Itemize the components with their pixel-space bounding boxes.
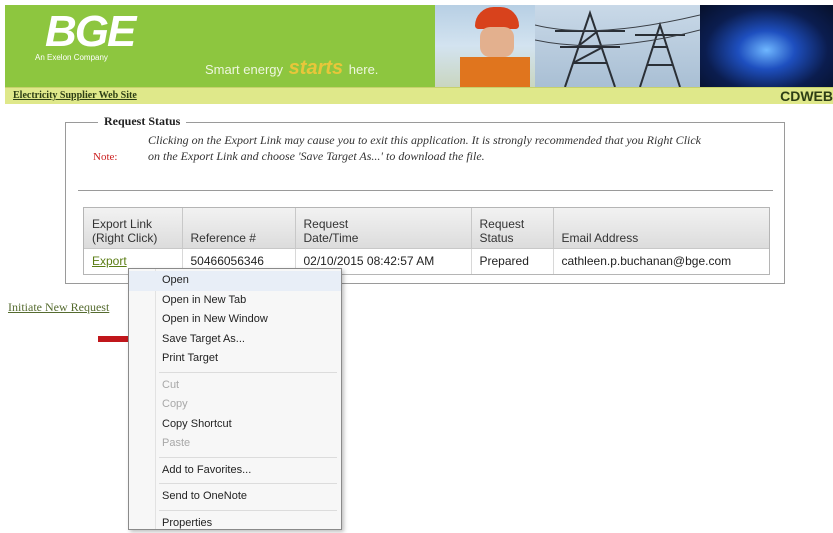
menu-separator xyxy=(159,510,337,511)
header-line: Request xyxy=(480,217,545,231)
menu-item-cut: Cut xyxy=(129,376,341,396)
column-header-export: Export Link (Right Click) xyxy=(84,208,182,248)
column-header-email: Email Address xyxy=(553,208,769,248)
menu-item-copy-shortcut[interactable]: Copy Shortcut xyxy=(129,415,341,435)
tagline-post: here. xyxy=(349,62,379,77)
export-link[interactable]: Export xyxy=(92,254,127,268)
gas-flame-photo xyxy=(700,5,833,87)
initiate-new-request-link[interactable]: Initiate New Request xyxy=(8,300,109,315)
header-line: Date/Time xyxy=(304,231,463,245)
header-line: (Right Click) xyxy=(92,231,174,245)
face-shape xyxy=(480,27,514,57)
header-line: Status xyxy=(480,231,545,245)
electricity-supplier-link[interactable]: Electricity Supplier Web Site xyxy=(13,90,137,101)
table-header-row: Export Link (Right Click) Reference # Re… xyxy=(84,208,769,248)
site-nav-bar: Electricity Supplier Web Site CDWEB xyxy=(5,87,833,104)
safety-vest-shape xyxy=(460,57,530,87)
column-header-reference: Reference # xyxy=(182,208,295,248)
header-line: Export Link xyxy=(92,217,174,231)
site-code: CDWEB xyxy=(780,88,833,104)
logo-subtitle: An Exelon Company xyxy=(35,53,108,62)
menu-item-properties[interactable]: Properties xyxy=(129,514,341,533)
request-status-legend: Request Status xyxy=(98,114,186,129)
menu-separator xyxy=(159,483,337,484)
tagline-pre: Smart energy xyxy=(205,62,283,77)
menu-item-open[interactable]: Open xyxy=(129,271,341,291)
header-line: Email Address xyxy=(562,231,762,245)
column-header-status: Request Status xyxy=(471,208,553,248)
menu-item-copy: Copy xyxy=(129,395,341,415)
menu-item-print-target[interactable]: Print Target xyxy=(129,349,341,369)
header-banner: BGE An Exelon Company Smart energy start… xyxy=(5,5,833,87)
email-cell: cathleen.p.buchanan@bge.com xyxy=(553,248,769,274)
menu-item-add-to-favorites[interactable]: Add to Favorites... xyxy=(129,461,341,481)
column-header-datetime: Request Date/Time xyxy=(295,208,471,248)
menu-item-open-new-tab[interactable]: Open in New Tab xyxy=(129,291,341,311)
bge-logo: BGE xyxy=(45,7,134,57)
header-line: Reference # xyxy=(191,231,287,245)
tagline-starts: starts xyxy=(289,57,343,79)
tagline: Smart energy starts here. xyxy=(205,57,378,80)
note-label: Note: xyxy=(93,151,117,163)
menu-item-send-to-onenote[interactable]: Send to OneNote xyxy=(129,487,341,507)
menu-item-open-new-window[interactable]: Open in New Window xyxy=(129,310,341,330)
menu-separator xyxy=(159,372,337,373)
divider xyxy=(78,190,773,191)
menu-item-paste: Paste xyxy=(129,434,341,454)
status-cell: Prepared xyxy=(471,248,553,274)
note-text: Clicking on the Export Link may cause yo… xyxy=(148,132,708,164)
request-table: Export Link (Right Click) Reference # Re… xyxy=(83,207,770,275)
power-tower-photo xyxy=(535,5,700,87)
menu-separator xyxy=(159,457,337,458)
header-line: Request xyxy=(304,217,463,231)
context-menu: Open Open in New Tab Open in New Window … xyxy=(128,268,342,530)
menu-item-save-target-as[interactable]: Save Target As... xyxy=(129,330,341,350)
